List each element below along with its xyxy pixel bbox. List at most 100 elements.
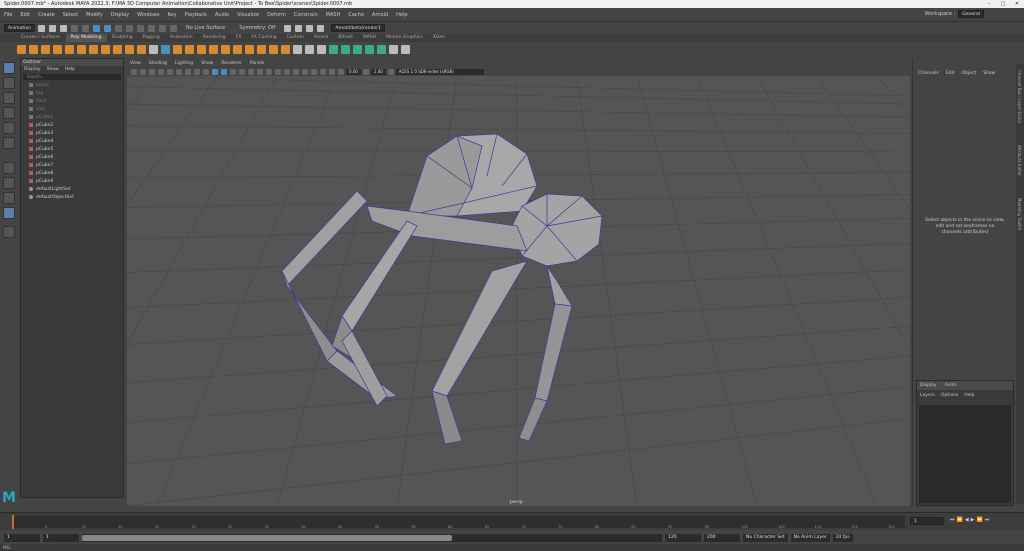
- append-polygon-icon[interactable]: [269, 44, 278, 54]
- poly-disc-icon[interactable]: [89, 44, 98, 54]
- wireframe-icon[interactable]: [212, 68, 218, 75]
- cylindrical-uv-icon[interactable]: [353, 44, 362, 54]
- layer-menu-options[interactable]: Options: [941, 393, 958, 398]
- viewport-menu-view[interactable]: View: [130, 60, 141, 67]
- shelf-tab-curves-surfaces[interactable]: Curves / Surfaces: [16, 34, 66, 42]
- textured-icon[interactable]: [239, 68, 245, 75]
- outliner-item[interactable]: pCube8: [21, 169, 123, 177]
- outliner-item[interactable]: pCube1: [21, 113, 123, 121]
- spherical-uv-icon[interactable]: [365, 44, 374, 54]
- viewport-menu-renderer[interactable]: Renderer: [221, 60, 242, 67]
- channel-menu-edit[interactable]: Edit: [946, 71, 955, 76]
- poly-sphere-icon[interactable]: [17, 44, 26, 54]
- channel-menu-object[interactable]: Object: [962, 71, 977, 76]
- shelf-tab-poly-modeling[interactable]: Poly Modeling: [65, 34, 107, 42]
- playback-end-field[interactable]: 120: [665, 534, 701, 542]
- shelf-tab-rendering[interactable]: Rendering: [198, 34, 231, 42]
- menu-create[interactable]: Create: [34, 12, 59, 18]
- select-tool-icon[interactable]: [3, 62, 15, 74]
- target-weld-icon[interactable]: [293, 44, 302, 54]
- play-forwards-icon[interactable]: ▶: [971, 517, 975, 523]
- side-tab-attribute-editor[interactable]: Attribute Editor: [1017, 145, 1022, 176]
- bookmark-icon[interactable]: [149, 68, 155, 75]
- channel-menu-channels[interactable]: Channels: [918, 71, 939, 76]
- bridge-icon[interactable]: [221, 44, 230, 54]
- gamma-field[interactable]: 1.00: [370, 68, 386, 75]
- select-hierarchy-icon[interactable]: [92, 24, 100, 32]
- rotate-tool-icon[interactable]: [3, 122, 15, 134]
- outliner-item[interactable]: defaultLightSet: [21, 185, 123, 193]
- command-line[interactable]: MEL: [0, 544, 1024, 551]
- fill-hole-icon[interactable]: [257, 44, 266, 54]
- resolution-gate-icon[interactable]: [185, 68, 191, 75]
- layer-list[interactable]: [919, 405, 1011, 503]
- automatic-uv-icon[interactable]: [341, 44, 350, 54]
- layer-tab-display[interactable]: Display: [920, 383, 937, 388]
- playback-start-field[interactable]: 1: [43, 534, 79, 542]
- poly-cone-icon[interactable]: [53, 44, 62, 54]
- play-backwards-icon[interactable]: ◀: [965, 517, 969, 523]
- menu-audio[interactable]: Audio: [211, 12, 233, 18]
- new-scene-icon[interactable]: [37, 24, 45, 32]
- poly-type-icon[interactable]: [137, 44, 146, 54]
- viewport-menu-panels[interactable]: Panels: [250, 60, 264, 67]
- move-tool-icon[interactable]: [3, 107, 15, 119]
- outliner-item[interactable]: front: [21, 97, 123, 105]
- image-plane-icon[interactable]: [158, 68, 164, 75]
- render-settings-icon[interactable]: [306, 24, 314, 32]
- menu-constrain[interactable]: Constrain: [290, 12, 322, 18]
- menu-help[interactable]: Help: [392, 12, 411, 18]
- ipr-render-icon[interactable]: [295, 24, 303, 32]
- single-perspective-layout-icon[interactable]: [3, 162, 15, 174]
- motion-blur-icon[interactable]: [275, 68, 281, 75]
- undo-icon[interactable]: [70, 24, 78, 32]
- snap-grid-icon[interactable]: [125, 24, 133, 32]
- outliner-item[interactable]: persp: [21, 81, 123, 89]
- menu-edit[interactable]: Edit: [16, 12, 34, 18]
- outliner-item[interactable]: top: [21, 89, 123, 97]
- live-surface-label[interactable]: No Live Surface: [186, 25, 225, 31]
- outliner-item[interactable]: defaultObjectSet: [21, 193, 123, 201]
- use-all-lights-icon[interactable]: [248, 68, 254, 75]
- menu-key[interactable]: Key: [163, 12, 180, 18]
- shelf-tab-mash[interactable]: MASH: [358, 34, 381, 42]
- outliner-item[interactable]: side: [21, 105, 123, 113]
- poly-plane-icon[interactable]: [77, 44, 86, 54]
- scale-tool-icon[interactable]: [3, 137, 15, 149]
- field-chart-icon[interactable]: [203, 68, 209, 75]
- outliner-menu-help[interactable]: Help: [65, 66, 75, 73]
- menu-mash[interactable]: MASH: [322, 12, 345, 18]
- fps-dropdown[interactable]: 24 fps: [832, 534, 853, 542]
- viewport-menu-lighting[interactable]: Lighting: [175, 60, 193, 67]
- menu-visualize[interactable]: Visualize: [233, 12, 263, 18]
- shelf-tab-arnold[interactable]: Arnold: [309, 34, 334, 42]
- depth-of-field-icon[interactable]: [293, 68, 299, 75]
- outliner-item[interactable]: pCube6: [21, 153, 123, 161]
- super-shape-icon[interactable]: [113, 44, 122, 54]
- shelf-tab-bifrost[interactable]: Bifrost: [333, 34, 358, 42]
- poly-cube-icon[interactable]: [29, 44, 38, 54]
- hypershade-icon[interactable]: [317, 24, 325, 32]
- save-scene-icon[interactable]: [59, 24, 67, 32]
- delete-history-icon[interactable]: [389, 44, 398, 54]
- xray-joints-icon[interactable]: [320, 68, 326, 75]
- quad-draw-icon[interactable]: [317, 44, 326, 54]
- layer-menu-help[interactable]: Help: [964, 393, 974, 398]
- outliner-item[interactable]: pCube5: [21, 145, 123, 153]
- menu-deform[interactable]: Deform: [263, 12, 290, 18]
- range-slider[interactable]: [82, 534, 662, 542]
- select-camera-icon[interactable]: [131, 68, 137, 75]
- grid-toggle-icon[interactable]: [167, 68, 173, 75]
- camera-attributes-icon[interactable]: [140, 68, 146, 75]
- animation-end-field[interactable]: 200: [704, 534, 740, 542]
- snap-point-icon[interactable]: [147, 24, 155, 32]
- wireframe-on-shaded-icon[interactable]: [230, 68, 236, 75]
- svg-icon[interactable]: [149, 44, 158, 54]
- poly-cylinder-icon[interactable]: [41, 44, 50, 54]
- character-set-dropdown[interactable]: No Character Set: [743, 534, 788, 542]
- menu-windows[interactable]: Windows: [133, 12, 163, 18]
- side-tab-modeling-toolkit[interactable]: Modeling Toolkit: [1017, 198, 1022, 230]
- sphere-fit-icon[interactable]: [125, 44, 134, 54]
- outliner-item[interactable]: pCube4: [21, 137, 123, 145]
- shelf-tab-rigging[interactable]: Rigging: [138, 34, 165, 42]
